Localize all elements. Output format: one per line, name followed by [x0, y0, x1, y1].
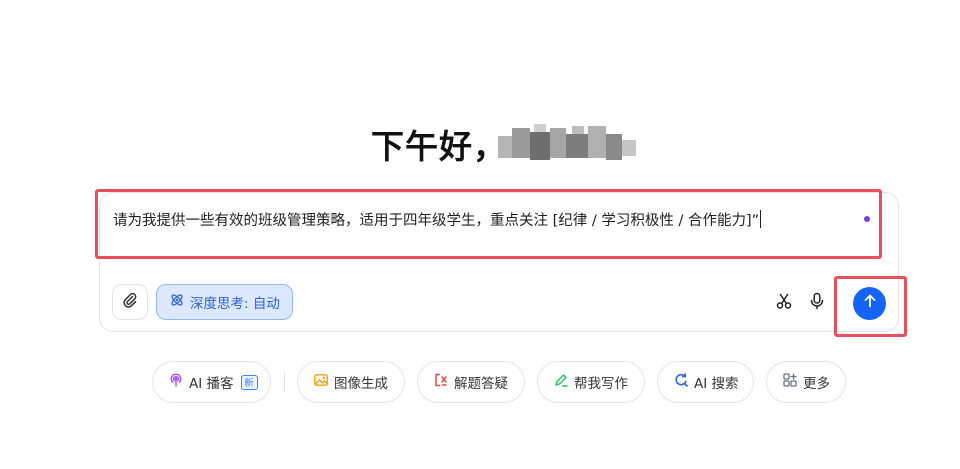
chip-ai-search[interactable]: AI 搜索	[657, 361, 754, 403]
blurred-user-name	[498, 122, 636, 162]
image-icon	[313, 372, 329, 392]
chip-problem-solving[interactable]: 解题答疑	[417, 361, 525, 403]
chat-input[interactable]: 请为我提供一些有效的班级管理策略，适用于四年级学生，重点关注 [纪律 / 学习积…	[113, 209, 762, 230]
chip-label: 帮我写作	[574, 376, 628, 392]
chip-label: AI 播客	[189, 376, 234, 392]
scissors-button[interactable]	[773, 292, 795, 314]
search-refresh-icon	[673, 372, 689, 392]
deep-think-button[interactable]: 深度思考: 自动	[156, 284, 293, 320]
chip-more[interactable]: 更多	[766, 361, 846, 403]
arrow-up-icon	[862, 293, 878, 314]
greeting: 下午好，	[0, 118, 960, 168]
chip-label: 更多	[803, 376, 830, 392]
pen-icon	[553, 372, 569, 392]
status-dot	[864, 216, 870, 222]
chip-label: 解题答疑	[454, 376, 508, 392]
paperclip-icon	[122, 292, 138, 313]
chip-label: AI 搜索	[694, 376, 739, 392]
chat-input-value: 请为我提供一些有效的班级管理策略，适用于四年级学生，重点关注 [纪律 / 学习积…	[113, 213, 760, 229]
send-button[interactable]	[853, 287, 886, 320]
microphone-button[interactable]	[806, 292, 828, 314]
deep-think-label: 深度思考: 自动	[190, 296, 280, 312]
text-caret	[760, 210, 762, 228]
chip-divider	[284, 373, 285, 391]
chip-image-generation[interactable]: 图像生成	[297, 361, 405, 403]
quick-actions: AI 播客 新 图像生成 解题答疑 帮我写作 AI 搜索 更多	[0, 361, 960, 403]
grid-plus-icon	[782, 372, 798, 392]
new-badge: 新	[240, 374, 258, 390]
chip-label: 图像生成	[334, 376, 388, 392]
chip-ai-podcast[interactable]: AI 播客 新	[152, 361, 271, 403]
podcast-icon	[168, 372, 184, 392]
atom-icon	[169, 292, 185, 312]
formula-icon	[433, 372, 449, 392]
microphone-icon	[808, 292, 826, 315]
chip-writing-help[interactable]: 帮我写作	[537, 361, 645, 403]
attach-button[interactable]	[112, 284, 148, 320]
scissors-icon	[775, 292, 793, 315]
greeting-text: 下午好，	[371, 127, 507, 166]
